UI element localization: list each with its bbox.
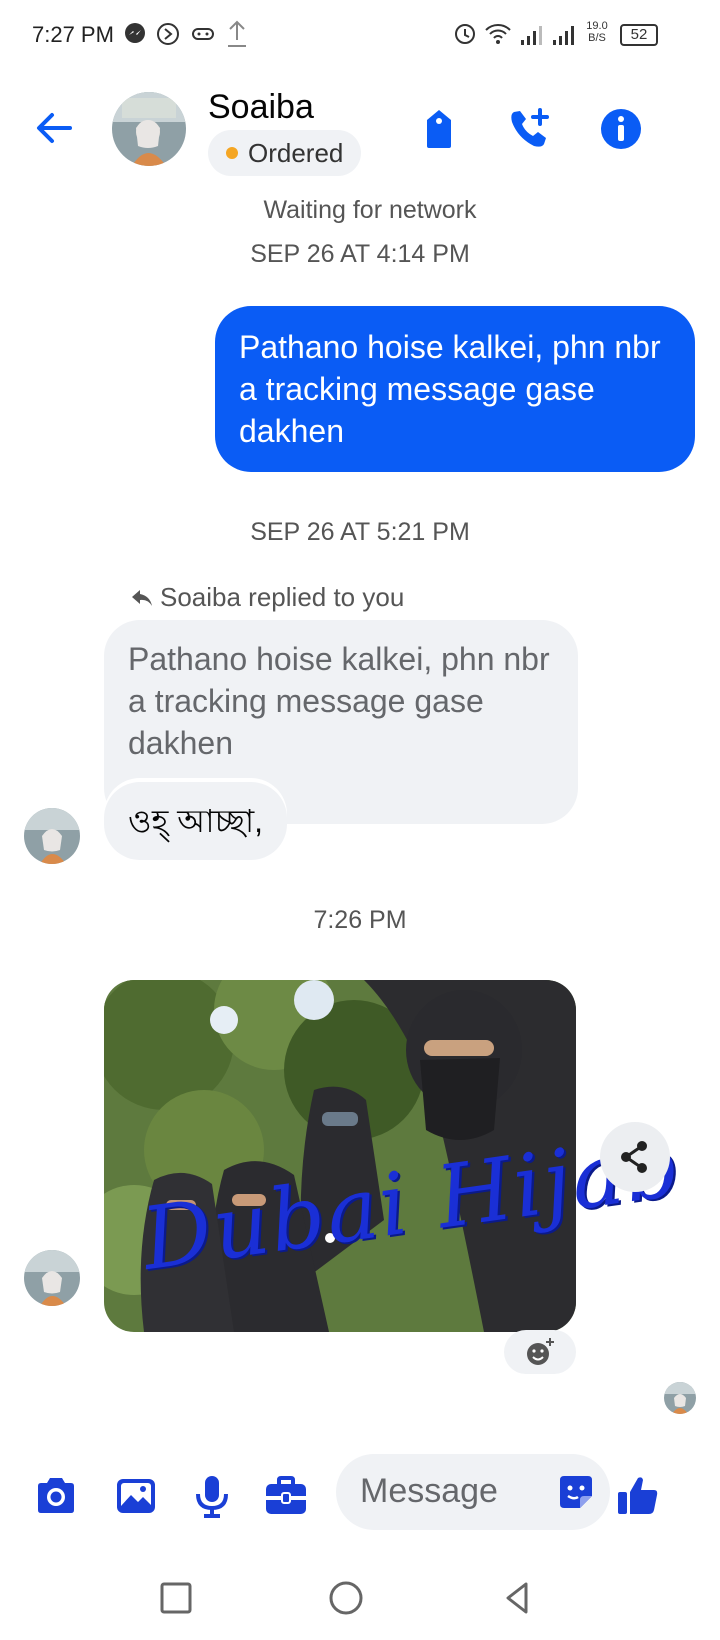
status-time: 7:27 PM [32,22,114,47]
signal-2-icon [553,26,574,45]
sender-avatar[interactable] [24,1250,80,1306]
reply-indicator: Soaiba replied to you [130,582,404,613]
conversation-header: Soaiba Ordered [0,80,720,180]
network-speed: 19.0 B/S [582,20,612,44]
add-reaction-button[interactable] [504,1330,576,1374]
network-speed-value: 19.0 [586,20,608,32]
back-arrow-icon[interactable] [32,106,76,150]
sender-avatar[interactable] [24,808,80,864]
info-icon[interactable] [598,106,644,152]
battery-indicator: 52 [620,24,658,46]
back-triangle-icon[interactable] [496,1576,540,1620]
outgoing-message-bubble[interactable]: Pathano hoise kalkei, phn nbr a tracking… [215,306,695,472]
share-icon [621,1141,647,1173]
contact-avatar[interactable] [112,92,186,166]
add-call-icon[interactable] [506,106,552,152]
timestamp-divider: SEP 26 AT 4:14 PM [250,240,470,268]
timestamp-divider: SEP 26 AT 5:21 PM [250,518,470,546]
network-status-text: Waiting for network [263,196,477,224]
gallery-icon[interactable] [112,1472,160,1520]
label-text: Ordered [248,138,344,168]
thumbs-up-icon[interactable] [614,1472,662,1520]
camera-icon[interactable] [32,1472,80,1520]
upload-icon [228,20,246,47]
message-composer: Message [0,1450,720,1540]
system-navigation-bar [0,1560,720,1640]
reply-meta-text: Soaiba replied to you [160,582,405,612]
signal-1-icon [521,26,542,45]
timestamp-divider: 7:26 PM [313,906,407,934]
reply-icon [132,589,152,606]
briefcase-icon[interactable] [262,1472,310,1520]
share-button[interactable] [600,1122,670,1192]
microphone-icon[interactable] [188,1472,236,1520]
tag-icon[interactable] [416,106,462,152]
order-label-badge[interactable]: Ordered [208,130,362,176]
recent-apps-icon[interactable] [154,1576,198,1620]
sticker-icon[interactable] [554,1470,598,1514]
data-saver-icon [157,23,179,45]
network-speed-unit: B/S [588,32,606,44]
alarm-icon [455,24,475,44]
home-icon[interactable] [324,1576,368,1620]
message-input[interactable]: Message [336,1454,610,1530]
incoming-message-bubble[interactable]: ওহ্ আচ্ছা, [104,782,288,860]
contact-name[interactable]: Soaiba [208,88,314,127]
battery-level: 52 [630,26,648,43]
seen-avatar [664,1382,696,1414]
status-bar: 7:27 PM 19.0 B/S 52 [0,0,720,70]
game-controller-icon [192,28,214,40]
add-reaction-icon [527,1338,554,1365]
message-placeholder: Message [360,1472,498,1510]
messenger-notification-icon [125,23,145,43]
wifi-icon [485,24,511,44]
label-status-dot [226,147,238,159]
